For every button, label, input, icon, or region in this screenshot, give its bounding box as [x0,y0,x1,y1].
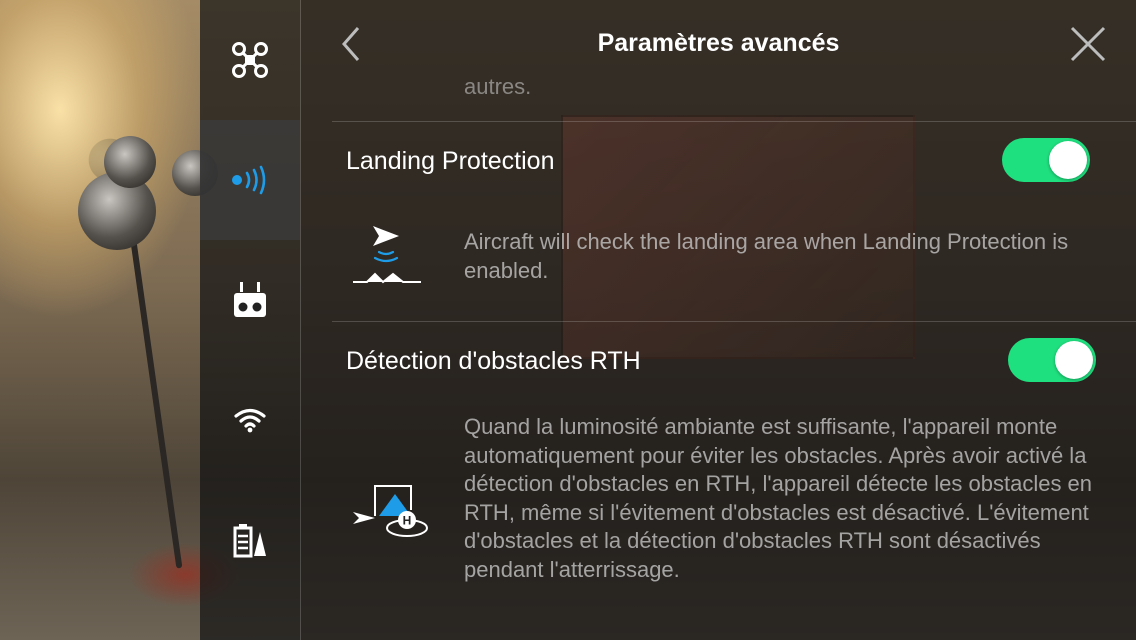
battery-icon [233,524,266,558]
sidebar-item-aircraft[interactable] [200,0,300,120]
settings-sidebar [200,0,301,640]
toggle-knob [1055,341,1093,379]
landing-protection-description: Aircraft will check the landing area whe… [464,229,1069,283]
divider [332,321,1136,322]
sidebar-item-remote-controller[interactable] [200,240,300,360]
landing-protection-label: Landing Protection [346,147,555,175]
sidebar-item-wifi[interactable] [200,360,300,480]
rth-obstacle-detection-label: Détection d'obstacles RTH [346,347,641,375]
signal-icon [232,165,266,195]
landing-protection-toggle[interactable] [1002,138,1090,182]
panel-header: Paramètres avancés [301,0,1136,88]
rth-obstacle-detection-toggle[interactable] [1008,338,1096,382]
previous-setting-description-tail: autres. [464,74,532,99]
wifi-icon [234,408,266,433]
sidebar-item-sensors[interactable] [200,120,300,240]
rth-obstacle-icon: H [349,480,433,547]
close-button[interactable] [1068,24,1108,64]
lamp-shade [104,136,156,188]
close-icon [1070,26,1106,62]
sidebar-item-battery[interactable] [200,480,300,600]
lamp-pole [123,191,183,569]
remote-controller-icon [234,282,266,317]
svg-text:H: H [403,514,412,528]
toggle-knob [1049,141,1087,179]
rth-obstacle-detection-description: Quand la luminosité ambiante est suffisa… [464,414,1093,582]
landing-protection-icon [351,222,423,293]
divider [332,121,1136,122]
page-title: Paramètres avancés [597,29,840,57]
advanced-settings-panel[interactable]: Paramètres avancés autres. Landing Prote… [301,0,1136,640]
drone-icon [232,42,268,78]
